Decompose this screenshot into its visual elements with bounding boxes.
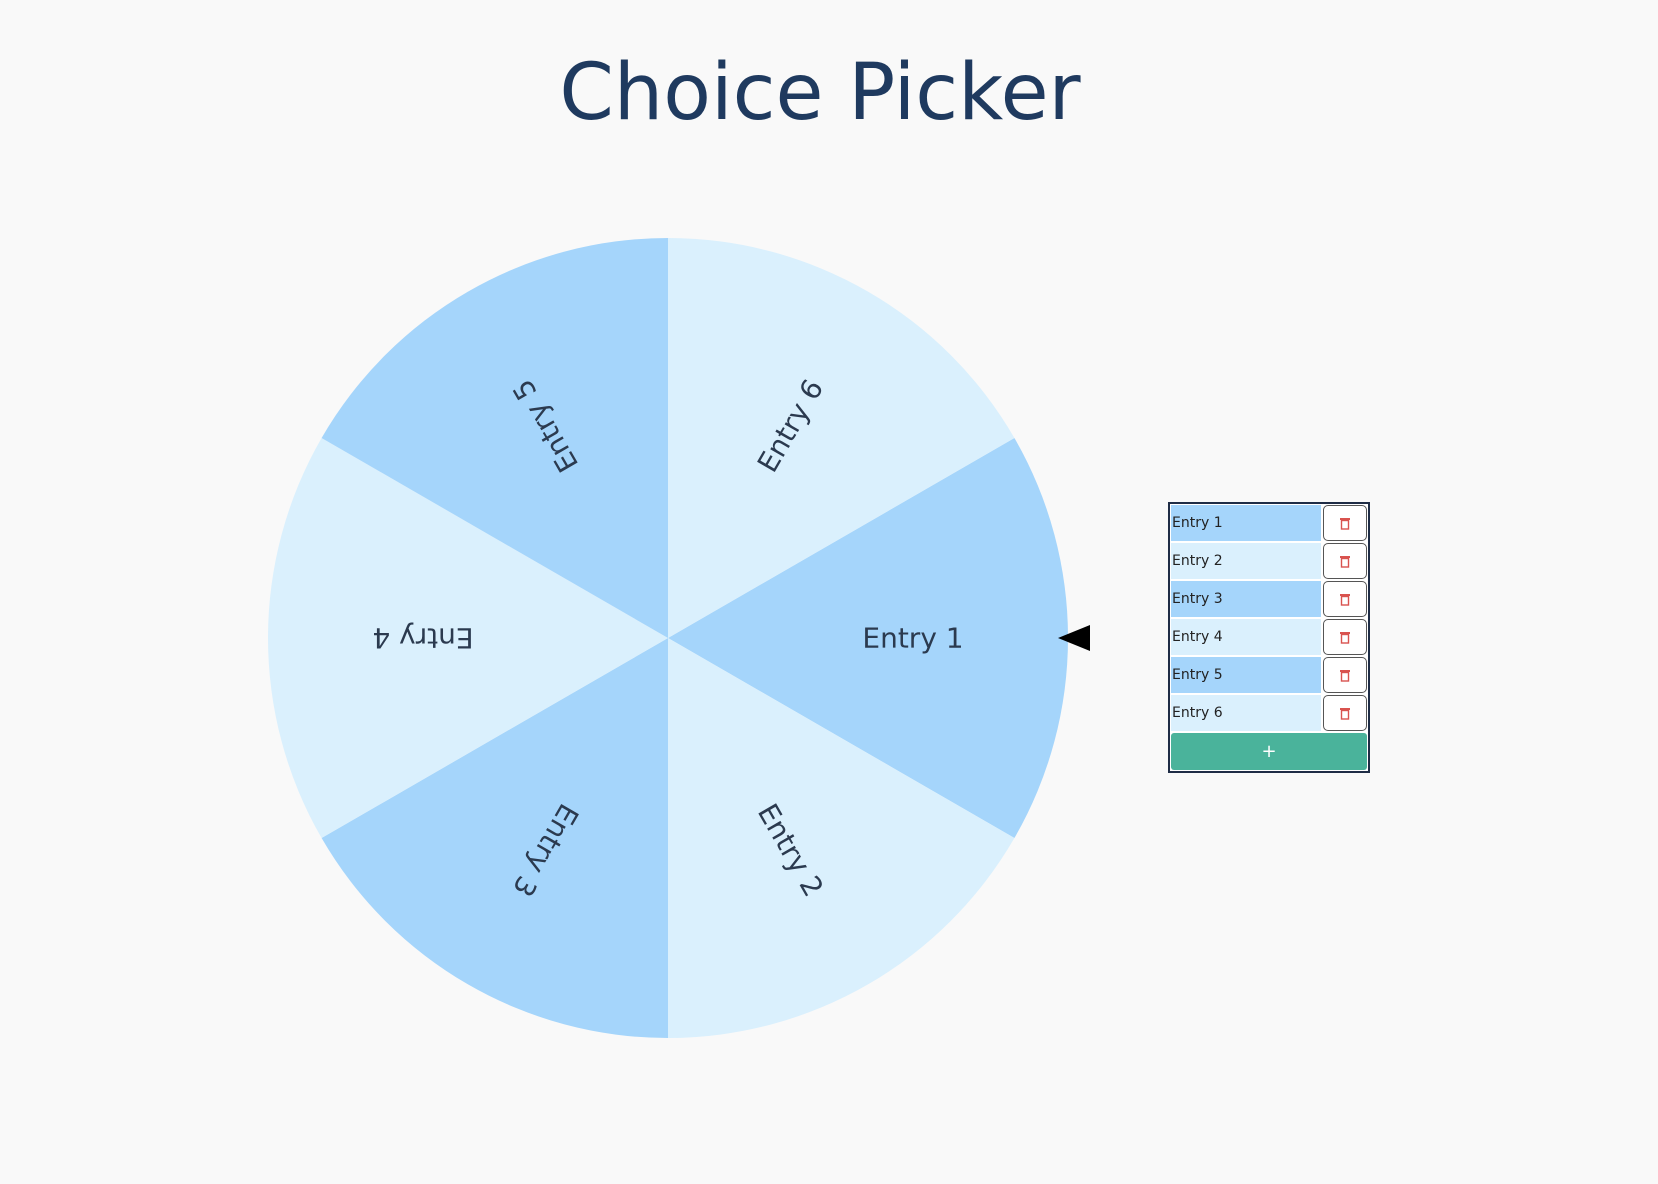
delete-entry-button[interactable]: [1323, 657, 1367, 693]
pointer-arrow-icon: [1058, 625, 1090, 651]
trash-icon: [1340, 555, 1350, 568]
entry-row: [1171, 543, 1367, 579]
entry-input[interactable]: [1171, 581, 1321, 617]
entry-input[interactable]: [1171, 695, 1321, 731]
entry-row: [1171, 619, 1367, 655]
delete-entry-button[interactable]: [1323, 543, 1367, 579]
trash-icon: [1340, 669, 1350, 682]
wheel-segment-label: Entry 4: [372, 622, 473, 655]
delete-entry-button[interactable]: [1323, 581, 1367, 617]
delete-entry-button[interactable]: [1323, 505, 1367, 541]
trash-icon: [1340, 593, 1350, 606]
entry-input[interactable]: [1171, 505, 1321, 541]
entry-input[interactable]: [1171, 543, 1321, 579]
choice-wheel[interactable]: Entry 1Entry 2Entry 3Entry 4Entry 5 Entry…: [267, 237, 1069, 1039]
wheel-segment-label: Entry 1: [862, 622, 963, 655]
delete-entry-button[interactable]: [1323, 695, 1367, 731]
page-title: Choice Picker: [559, 48, 1081, 138]
entry-row: [1171, 505, 1367, 541]
entry-row: [1171, 695, 1367, 731]
trash-icon: [1340, 707, 1350, 720]
entry-input[interactable]: [1171, 619, 1321, 655]
delete-entry-button[interactable]: [1323, 619, 1367, 655]
add-entry-button[interactable]: +: [1171, 733, 1367, 770]
trash-icon: [1340, 631, 1350, 644]
entry-row: [1171, 581, 1367, 617]
entry-row: [1171, 657, 1367, 693]
entries-panel: +: [1168, 502, 1370, 773]
entry-input[interactable]: [1171, 657, 1321, 693]
trash-icon: [1340, 517, 1350, 530]
